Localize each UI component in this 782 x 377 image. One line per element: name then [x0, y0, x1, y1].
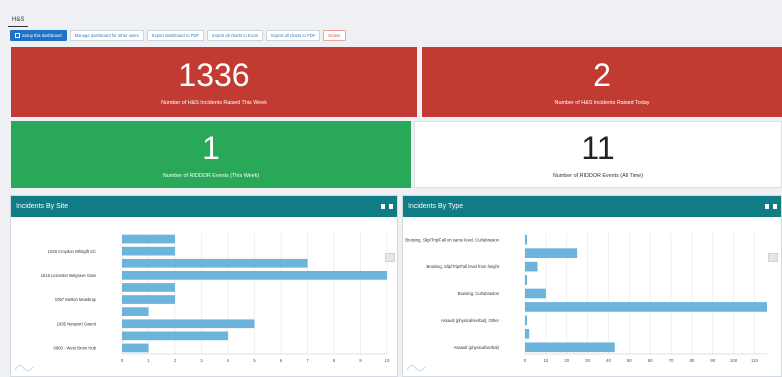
bar — [525, 261, 538, 272]
manage-dashboard-button[interactable]: Manage dashboard for other users — [69, 30, 144, 41]
x-tick-label: 9 — [359, 358, 362, 363]
export-icon[interactable] — [765, 204, 769, 209]
chart-logo-icon — [406, 365, 426, 372]
bar — [525, 302, 767, 312]
riddor-all-value: 11 — [581, 129, 615, 166]
tab-hs[interactable]: H&S — [8, 14, 29, 27]
tab-bar: H&S — [8, 8, 29, 27]
incidents-by-type-panel: Incidents By Type 0 10 20 30 40 50 60 70 80 90 100… — [402, 195, 782, 377]
x-tick-label: 70 — [669, 358, 674, 363]
bar — [525, 234, 528, 245]
riddor-all-label: Number of RIDDOR Events (All Time) — [552, 172, 644, 179]
x-tick-label: 10 — [543, 358, 548, 363]
today-incidents-value: 2 — [593, 57, 611, 93]
bar — [122, 343, 149, 353]
y-category-label: Bruising, Slip/Trip/Fall level from heig… — [427, 264, 500, 269]
x-tick-label: 0 — [121, 358, 124, 363]
bar — [525, 342, 615, 353]
y-category-label: 1029 Croydon Whitgift SC — [48, 249, 96, 254]
x-tick-label: 90 — [710, 358, 715, 363]
setup-dashboard-button[interactable]: Setup this dashboard — [10, 30, 67, 41]
riddor-week-label: Number of RIDDOR Events (This Week) — [162, 172, 260, 179]
x-tick-label: 6 — [280, 358, 283, 363]
setup-dashboard-label: Setup this dashboard — [22, 33, 62, 38]
week-incidents-value: 1336 — [178, 57, 250, 93]
today-incidents-label: Number of H&S Incidents Raised Today — [554, 100, 650, 106]
incidents-by-site-panel: Incidents By Site 0 1 2 3 4 5 6 7 8 9 10 1029 Croyd… — [10, 195, 398, 377]
toolbar: Setup this dashboard Manage dashboard fo… — [10, 30, 346, 41]
x-tick-label: 100 — [730, 358, 738, 363]
bar — [525, 288, 546, 299]
y-category-label: Assault (physical/verbal), Other — [441, 318, 500, 323]
export-charts-excel-button[interactable]: Export all charts to Excel — [207, 30, 264, 41]
bar — [122, 270, 387, 280]
y-category-label: 0900 - West Brom Hub — [53, 346, 96, 351]
export-dashboard-pdf-button[interactable]: Export dashboard to PDF — [146, 30, 205, 41]
y-category-label: Bruising, Cut/abrasion — [458, 291, 500, 296]
x-tick-label: 0 — [524, 358, 527, 363]
bar — [122, 307, 149, 317]
x-tick-label: 1 — [147, 358, 150, 363]
week-incidents-label: Number of H&S Incidents Raised This Week — [161, 100, 267, 106]
x-tick-label: 50 — [627, 358, 632, 363]
x-tick-label: 7 — [306, 358, 309, 363]
bar — [122, 234, 175, 244]
x-tick-label: 4 — [227, 358, 230, 363]
camera-icon[interactable] — [389, 204, 393, 209]
incidents-by-site-chart: 0 1 2 3 4 5 6 7 8 9 10 1029 Croydon Whitgift SC 1515… — [14, 233, 390, 372]
x-tick-label: 10 — [385, 358, 390, 363]
x-tick-label: 8 — [333, 358, 336, 363]
incidents-by-type-header: Incidents By Type — [403, 196, 781, 217]
x-tick-label: 40 — [606, 358, 611, 363]
x-tick-label: 60 — [648, 358, 653, 363]
settings-icon — [15, 33, 20, 38]
y-category-label: 1057 Melton Mowbray — [55, 297, 97, 302]
x-tick-label: 5 — [253, 358, 256, 363]
y-category-label: Assault (physical/verbal) — [454, 345, 500, 350]
x-tick-label: 110 — [751, 358, 759, 363]
bar — [122, 295, 175, 304]
x-tick-label: 20 — [564, 358, 569, 363]
bar — [122, 246, 175, 256]
y-category-label: 1515 Leicester Belgrave Gate — [41, 273, 97, 278]
bar — [525, 248, 578, 259]
export-icon[interactable] — [381, 204, 385, 209]
y-category-label: Bruising, Slip/Trip/Fall on same level, … — [405, 237, 499, 242]
riddor-week-tile[interactable]: 1 Number of RIDDOR Events (This Week) — [11, 121, 411, 188]
x-tick-label: 2 — [174, 358, 177, 363]
bar — [525, 275, 528, 285]
incidents-by-type-title: Incidents By Type — [408, 203, 464, 210]
bar — [122, 258, 308, 268]
incidents-by-type-chart: 0 10 20 30 40 50 60 70 80 90 100 110 Bruising, Slip/… — [405, 233, 767, 372]
bar — [525, 315, 528, 326]
x-tick-label: 30 — [585, 358, 590, 363]
y-category-label: 1935 Newport Gwent — [57, 321, 97, 326]
incidents-by-site-header: Incidents By Site — [11, 196, 397, 217]
bar — [122, 319, 255, 329]
incidents-by-site-title: Incidents By Site — [16, 203, 69, 210]
export-charts-pdf-button[interactable]: Export all charts to PDF — [266, 30, 321, 41]
dashboard-page: H&S Setup this dashboard Manage dashboar… — [0, 0, 782, 377]
delete-button[interactable]: Delete — [323, 30, 346, 41]
chart-logo-icon — [14, 365, 34, 372]
riddor-all-tile[interactable]: 11 Number of RIDDOR Events (All Time) — [414, 121, 782, 188]
week-incidents-tile[interactable]: 1336 Number of H&S Incidents Raised This… — [11, 47, 417, 117]
bar — [122, 331, 228, 341]
x-tick-label: 3 — [200, 358, 203, 363]
bar — [525, 328, 530, 339]
riddor-week-value: 1 — [202, 129, 220, 166]
x-tick-label: 80 — [689, 358, 694, 363]
camera-icon[interactable] — [773, 204, 777, 209]
bar — [122, 283, 175, 292]
today-incidents-tile[interactable]: 2 Number of H&S Incidents Raised Today — [422, 47, 782, 117]
